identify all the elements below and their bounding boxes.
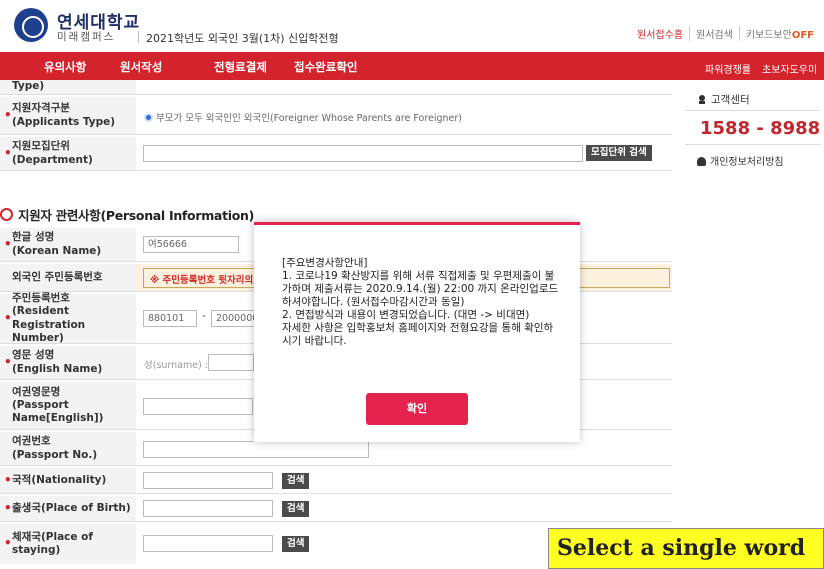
passport-name-label: 여권영문명 (Passport Name[English]) [0,382,136,429]
foreign-reg-warning: ※ 주민등록번호 뒷자리의 [150,275,254,286]
customer-center-label: 고객센터 [697,92,750,107]
form-row-department: 지원모집단위 (Department) 모집단위 검색 [0,137,672,171]
department-input[interactable] [143,145,583,162]
surname-input[interactable] [208,354,254,371]
header: 연세대학교 미래캠퍼스 2021학년도 외국인 3월(1차) 신입학전형 원서접… [0,0,824,52]
notice-modal: [주요변경사항안내] 1. 코로나19 확산방지를 위해 서류 직접제출 및 우… [254,222,580,442]
birth-place-search-button[interactable]: 검색 [282,501,310,517]
department-label: 지원모집단위 (Department) [0,137,136,170]
department-search-button[interactable]: 모집단위 검색 [586,145,652,161]
link-beginner-help[interactable]: 초보자도우미 [762,61,817,76]
staying-label: 체재국(Place of staying) [0,524,136,564]
main-nav: 유의사항 원서작성 전형료결제 접수완료확인 파워경쟁률 초보자도우미 [0,52,824,80]
top-links: 원서접수홈 원서검색 키보드보안OFF [631,26,820,41]
customer-center-number: 1588 - 8988 [700,118,821,139]
passport-name-input[interactable] [143,398,253,415]
university-logo-icon[interactable] [14,8,48,42]
passport-no-label: 여권번호 (Passport No.) [0,432,136,465]
instruction-overlay: Select a single word [548,528,824,569]
birth-place-field: 검색 [136,496,672,521]
nationality-field: 검색 [136,468,672,493]
resident-reg-dash: - [202,311,206,322]
campus-name: 미래캠퍼스 [57,31,116,43]
nationality-input[interactable] [143,472,273,489]
person-icon [697,157,706,166]
tab-submission-check[interactable]: 접수완료확인 [294,59,357,75]
form-row-birth-place: 출생국(Place of Birth) 검색 [0,496,672,522]
korean-name-label: 한글 성명 (Korean Name) [0,228,136,261]
form-row-nationality: 국적(Nationality) 검색 [0,468,672,494]
tab-fee-payment[interactable]: 전형료결제 [214,59,267,75]
applicants-type-label: 지원자격구분 (Applicants Type) [0,97,136,134]
instruction-text: Select a single word [557,535,806,561]
staying-search-button[interactable]: 검색 [282,536,310,552]
staying-input[interactable] [143,535,273,552]
privacy-policy-link[interactable]: 개인정보처리방침 [697,153,784,168]
english-name-label: 영문 성명 (English Name) [0,346,136,379]
modal-notice-text: [주요변경사항안내] 1. 코로나19 확산방지를 위해 서류 직접제출 및 우… [282,257,559,347]
link-application-home[interactable]: 원서접수홈 [631,26,689,41]
applicants-type-field: 부모가 모두 외국인인 외국인(Foreigner Whose Parents … [136,97,672,134]
tab-application-form[interactable]: 원서작성 [120,59,162,75]
link-application-search[interactable]: 원서검색 [689,26,739,41]
section-title-personal-info: 지원자 관련사항(Personal Information) [0,205,254,224]
applicants-type-option[interactable]: 부모가 모두 외국인인 외국인(Foreigner Whose Parents … [144,110,462,124]
birth-place-input[interactable] [143,500,273,517]
surname-prefix: 성(surname) : [144,360,209,371]
tab-notice[interactable]: 유의사항 [44,59,86,75]
divider [685,144,821,145]
form-row-applicants-type: 지원자격구분 (Applicants Type) 부모가 모두 외국인인 외국인… [0,97,672,135]
exam-title: 2021학년도 외국인 3월(1차) 신입학전형 [138,31,339,45]
resident-reg-back-input[interactable]: 2000000 [211,310,258,327]
nationality-search-button[interactable]: 검색 [282,473,310,489]
korean-name-input[interactable]: 여56666 [143,236,239,253]
keyboard-security-state[interactable]: OFF [792,30,814,41]
department-field: 모집단위 검색 [136,137,672,170]
confirm-button[interactable]: 확인 [366,393,468,425]
nationality-label: 국적(Nationality) [0,468,136,493]
type-label-tail: Type) [0,80,136,94]
form-row-type: Type) [0,80,672,95]
resident-reg-label: 주민등록번호 (Resident Registration Number) [0,292,136,344]
headset-icon [699,95,705,104]
passport-no-input[interactable] [143,441,369,458]
foreign-reg-label: 외국인 주민등록번호 [0,264,136,291]
radio-selected-icon[interactable] [144,113,153,122]
birth-place-label: 출생국(Place of Birth) [0,496,136,521]
resident-reg-front-input[interactable]: 880101 [143,310,197,327]
link-keyboard-security[interactable]: 키보드보안OFF [738,26,820,41]
link-competition-rate[interactable]: 파워경쟁률 [705,61,751,76]
divider [685,110,821,111]
